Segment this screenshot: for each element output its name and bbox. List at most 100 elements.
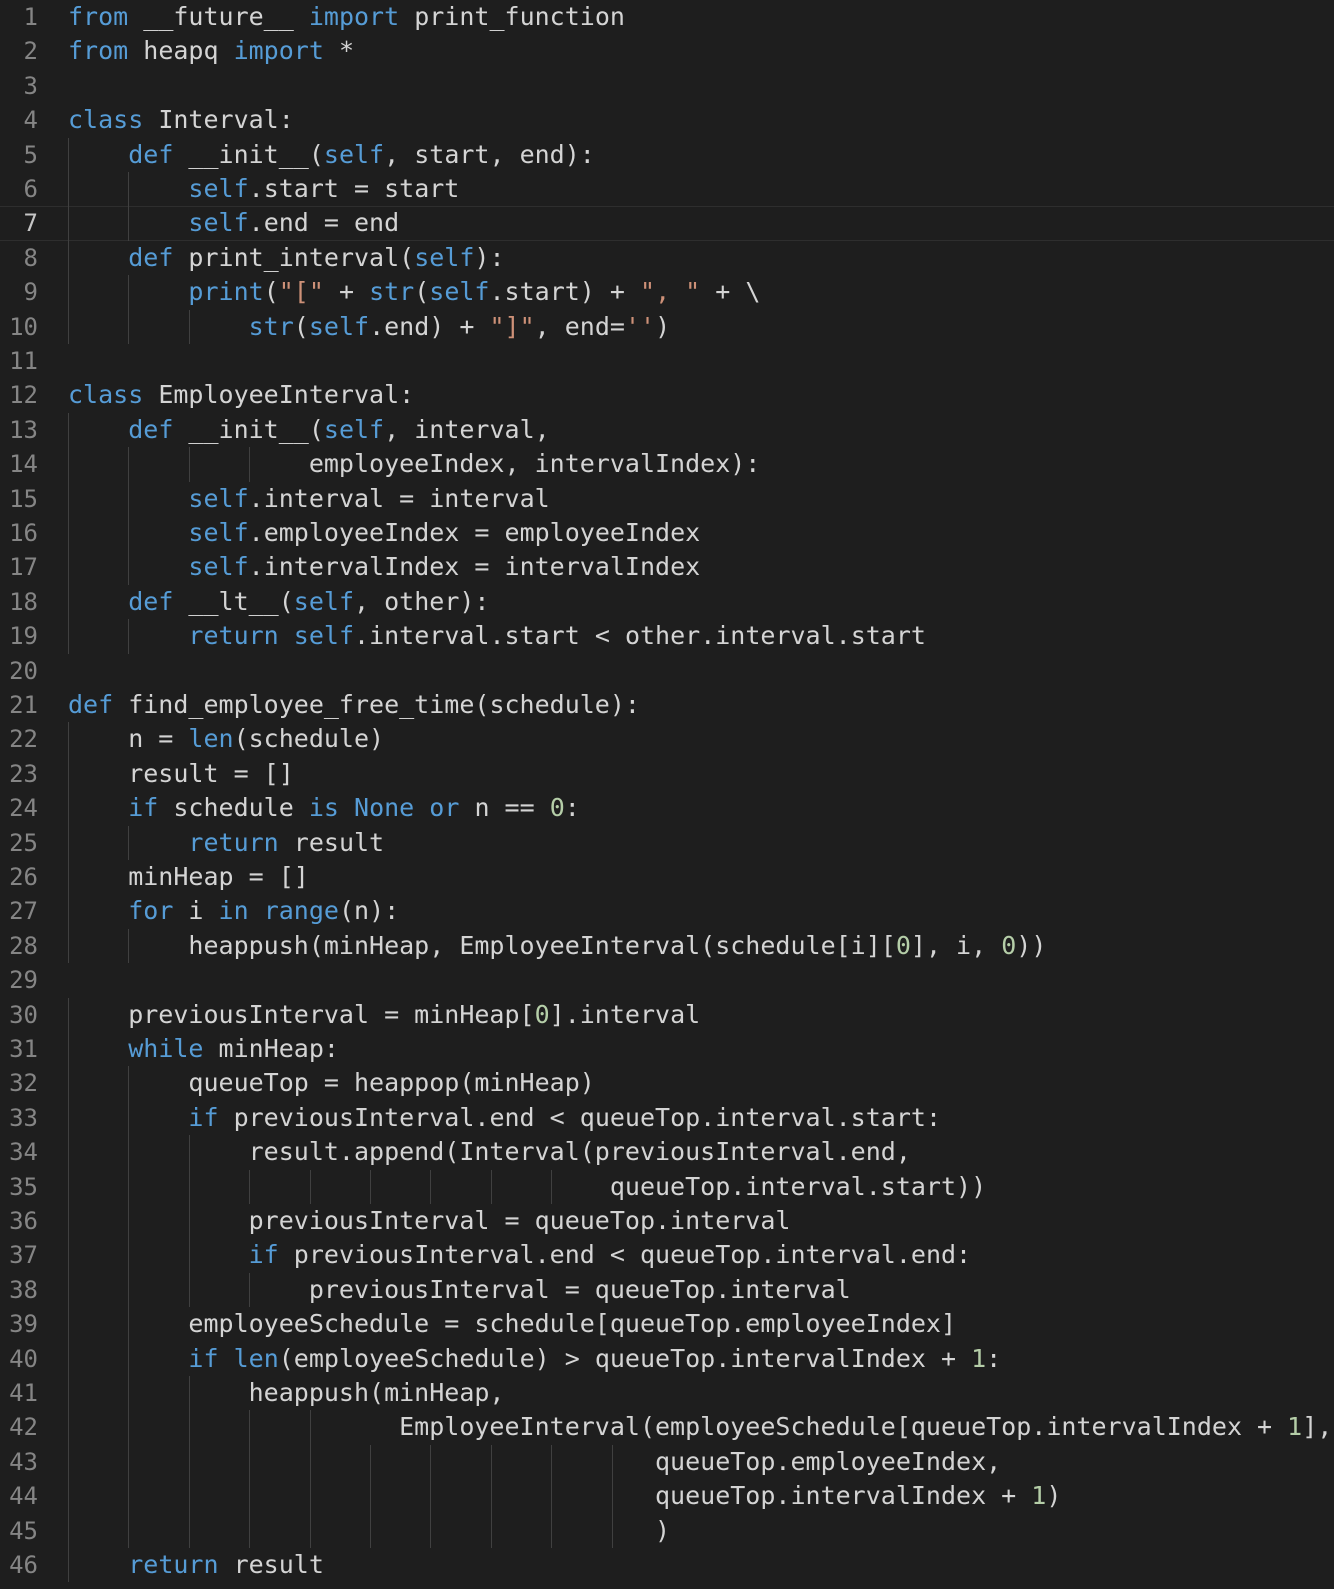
line-number: 17 — [9, 553, 38, 582]
code-token: queueTop = heappop(minHeap) — [68, 1068, 595, 1098]
code-token: import — [233, 36, 324, 66]
code-line[interactable]: 37 if previousInterval.end < queueTop.in… — [0, 1238, 1334, 1273]
line-number: 8 — [23, 243, 38, 272]
code-line[interactable]: 42 EmployeeInterval(employeeSchedule[que… — [0, 1410, 1334, 1445]
code-token: print_function — [399, 2, 625, 31]
line-number: 31 — [9, 1035, 38, 1063]
code-line[interactable]: 31 while minHeap: — [0, 1032, 1334, 1067]
code-line[interactable]: 41 heappush(minHeap, — [0, 1376, 1334, 1411]
code-token: (n): — [338, 896, 400, 926]
code-line[interactable]: 39 employeeSchedule = schedule[queueTop.… — [0, 1307, 1334, 1342]
code-text: if previousInterval.end < queueTop.inter… — [68, 1101, 941, 1135]
code-line[interactable]: 18 def __lt__(self, other): — [0, 584, 1334, 620]
code-line[interactable]: 13 def __init__(self, interval, — [0, 412, 1334, 448]
code-text: queueTop.employeeIndex, — [68, 1445, 1001, 1479]
code-text: EmployeeInterval(employeeSchedule[queueT… — [68, 1410, 1332, 1444]
code-token: ], i, — [910, 930, 1002, 960]
code-token: previousInterval.end < queueTop.interval… — [218, 1102, 941, 1132]
code-token: def — [68, 690, 114, 719]
code-text: self.interval = interval — [68, 482, 549, 516]
code-token: self — [429, 277, 490, 307]
code-token: )) — [1016, 930, 1047, 960]
code-line[interactable]: 17 self.intervalIndex = intervalIndex — [0, 550, 1334, 585]
code-text: def __init__(self, interval, — [68, 413, 549, 447]
code-text: class Interval: — [68, 103, 294, 137]
code-line[interactable]: 1 from __future__ import print_function — [0, 0, 1334, 34]
code-line[interactable]: 19 return self.interval.start < other.in… — [0, 619, 1334, 654]
code-text: employeeIndex, intervalIndex): — [68, 447, 761, 481]
code-line[interactable]: 3 — [0, 69, 1334, 103]
code-line[interactable]: 36 previousInterval = queueTop.interval — [0, 1204, 1334, 1239]
code-line[interactable]: 44 queueTop.intervalIndex + 1) — [0, 1479, 1334, 1514]
code-line[interactable]: 22 n = len(schedule) — [0, 722, 1334, 757]
line-number: 33 — [9, 1103, 38, 1132]
code-line[interactable]: 38 previousInterval = queueTop.interval — [0, 1272, 1334, 1308]
code-line[interactable]: 15 self.interval = interval — [0, 481, 1334, 516]
code-line[interactable]: 4 class Interval: — [0, 103, 1334, 137]
code-token: ): — [474, 242, 505, 272]
code-token: str — [248, 311, 294, 341]
line-number: 7 — [23, 209, 38, 238]
code-text: queueTop.intervalIndex + 1) — [68, 1479, 1061, 1513]
code-text: return self.interval.start < other.inter… — [68, 619, 926, 653]
code-line[interactable]: 46 return result — [0, 1548, 1334, 1583]
code-line[interactable]: 6 self.start = start — [0, 172, 1334, 207]
code-token: self — [323, 139, 385, 169]
code-line[interactable]: 11 — [0, 344, 1334, 378]
line-number: 44 — [9, 1482, 38, 1511]
code-line[interactable]: 32 queueTop = heappop(minHeap) — [0, 1066, 1334, 1101]
code-line[interactable]: 10 str(self.end) + "]", end='') — [0, 309, 1334, 344]
code-line[interactable]: 29 — [0, 963, 1334, 997]
code-token: 1 — [1287, 1412, 1303, 1442]
code-line[interactable]: 12 class EmployeeInterval: — [0, 378, 1334, 412]
code-token: def — [128, 242, 174, 272]
code-line[interactable]: 27 for i in range(n): — [0, 894, 1334, 929]
code-line[interactable]: 20 — [0, 654, 1334, 688]
code-token: None — [354, 793, 415, 823]
code-text: return result — [68, 1548, 324, 1582]
line-number: 6 — [23, 175, 38, 203]
code-line[interactable]: 43 queueTop.employeeIndex, — [0, 1444, 1334, 1480]
code-line[interactable]: 45 ) — [0, 1513, 1334, 1548]
code-line[interactable]: 40 if len(employeeSchedule) > queueTop.i… — [0, 1341, 1334, 1376]
code-line[interactable]: 28 heappush(minHeap, EmployeeInterval(sc… — [0, 928, 1334, 964]
code-line[interactable]: 16 self.employeeIndex = employeeIndex — [0, 516, 1334, 551]
code-token: result — [218, 1550, 324, 1579]
code-token: , other): — [354, 586, 490, 616]
code-line[interactable]: 21 def find_employee_free_time(schedule): — [0, 688, 1334, 722]
code-token: minHeap: — [203, 1034, 339, 1063]
code-token: self — [323, 414, 385, 444]
code-line[interactable]: 33 if previousInterval.end < queueTop.in… — [0, 1100, 1334, 1136]
code-token: : — [564, 793, 580, 823]
code-line[interactable]: 8 def print_interval(self): — [0, 240, 1334, 276]
line-number: 13 — [9, 415, 38, 444]
code-text: def __lt__(self, other): — [68, 585, 489, 619]
code-line[interactable]: 2 from heapq import * — [0, 34, 1334, 68]
code-line[interactable]: 30 previousInterval = minHeap[0].interva… — [0, 997, 1334, 1032]
line-number: 40 — [9, 1344, 38, 1373]
code-token: ) — [1046, 1481, 1062, 1511]
code-token: for — [128, 896, 174, 926]
code-line[interactable]: 24 if schedule is None or n == 0: — [0, 791, 1334, 826]
code-line[interactable]: 25 return result — [0, 825, 1334, 860]
code-line[interactable]: 23 result = [] — [0, 756, 1334, 792]
code-token: self — [188, 208, 249, 238]
code-token: self — [293, 586, 355, 616]
code-line[interactable]: 9 print("[" + str(self.start) + ", " + \ — [0, 275, 1334, 310]
code-token: (schedule) — [233, 724, 385, 754]
code-line[interactable]: 35 queueTop.interval.start)) — [0, 1169, 1334, 1204]
code-line[interactable]: 5 def __init__(self, start, end): — [0, 137, 1334, 172]
code-text: queueTop = heappop(minHeap) — [68, 1066, 595, 1100]
code-line[interactable]: 14 employeeIndex, intervalIndex): — [0, 447, 1334, 482]
code-line[interactable]: 34 result.append(Interval(previousInterv… — [0, 1135, 1334, 1170]
code-token: from — [68, 2, 129, 31]
code-editor[interactable]: 1 from __future__ import print_function 2 f… — [0, 0, 1334, 1589]
code-line[interactable]: 26 minHeap = [] — [0, 860, 1334, 895]
code-line[interactable]: 7 self.end = end — [0, 206, 1334, 241]
